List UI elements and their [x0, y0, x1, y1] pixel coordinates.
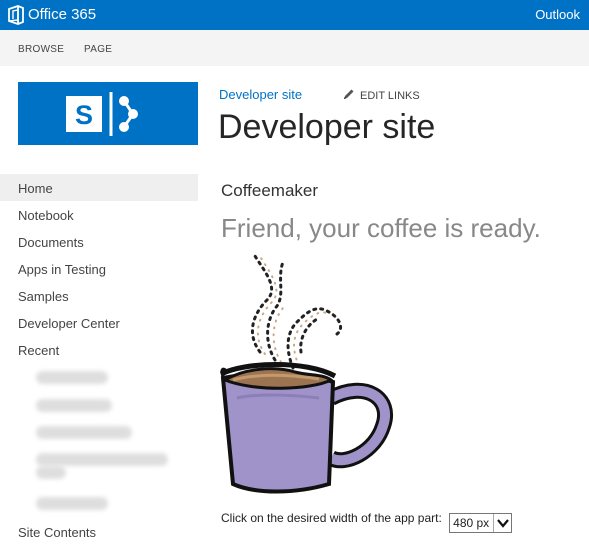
- nav-item-developer-center[interactable]: Developer Center: [0, 309, 198, 336]
- page-title: Developer site: [218, 108, 436, 146]
- app-part-message: Friend, your coffee is ready.: [221, 213, 541, 243]
- width-select-value: 480 px: [453, 516, 490, 530]
- app-part-title: Coffeemaker: [221, 181, 319, 200]
- edit-links-label: EDIT LINKS: [360, 90, 420, 102]
- nav-item-documents[interactable]: Documents: [0, 228, 198, 255]
- nav-item-recent[interactable]: Recent: [0, 336, 198, 363]
- recent-item-redacted[interactable]: [36, 453, 168, 466]
- quick-launch: Home Notebook Documents Apps in Testing …: [0, 174, 198, 363]
- nav-item-home[interactable]: Home: [0, 174, 198, 201]
- tab-page[interactable]: PAGE: [84, 44, 112, 55]
- outlook-link[interactable]: Outlook: [535, 7, 580, 22]
- suite-bar: Office 365 Outlook: [0, 0, 589, 30]
- chevron-down-icon[interactable]: [493, 514, 511, 532]
- recent-item-redacted[interactable]: [36, 426, 132, 439]
- width-chooser: Click on the desired width of the app pa…: [221, 511, 513, 533]
- nav-item-site-contents[interactable]: Site Contents: [0, 518, 198, 545]
- sharepoint-logo-icon[interactable]: S: [18, 82, 198, 145]
- breadcrumb[interactable]: Developer site: [219, 87, 302, 102]
- recent-item-redacted[interactable]: [36, 399, 112, 412]
- pencil-icon: [343, 88, 355, 100]
- svg-text:S: S: [75, 100, 93, 130]
- recent-item-redacted[interactable]: [36, 371, 108, 384]
- office-logo-icon[interactable]: [7, 5, 25, 25]
- app-title[interactable]: Office 365: [28, 6, 96, 23]
- width-select[interactable]: 480 px: [449, 513, 513, 533]
- nav-item-apps-in-testing[interactable]: Apps in Testing: [0, 255, 198, 282]
- edit-links-button[interactable]: EDIT LINKS: [343, 88, 420, 102]
- coffee-mug-icon: [215, 248, 400, 498]
- recent-item-redacted[interactable]: [36, 497, 108, 510]
- recent-item-redacted[interactable]: [36, 466, 66, 479]
- width-prompt: Click on the desired width of the app pa…: [221, 511, 442, 525]
- nav-item-notebook[interactable]: Notebook: [0, 201, 198, 228]
- ribbon: BROWSE PAGE: [0, 30, 589, 66]
- tab-browse[interactable]: BROWSE: [18, 44, 64, 55]
- nav-item-samples[interactable]: Samples: [0, 282, 198, 309]
